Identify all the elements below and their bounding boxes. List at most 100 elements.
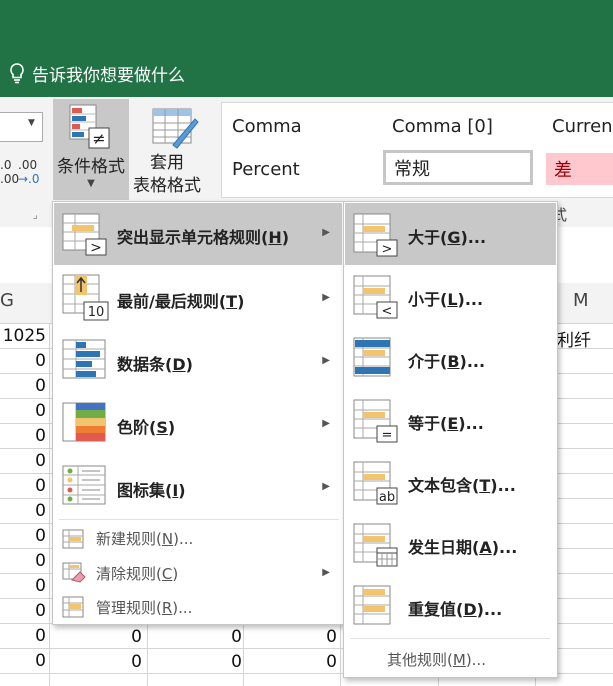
menu-label: 数据条(	[117, 355, 173, 374]
format-as-table-line2: 表格格式	[133, 176, 201, 196]
cell-g-value[interactable]: 0	[0, 651, 46, 671]
menu-access-key: D	[463, 600, 477, 619]
menu-label-tail: )...	[173, 530, 194, 548]
menu-item-data-bars[interactable]: 数据条(D) ▶	[54, 329, 342, 391]
style-currency[interactable]: Currenc	[552, 116, 613, 137]
menu-label: 文本包含(	[408, 476, 480, 495]
style-comma[interactable]: Comma	[232, 116, 302, 137]
menu-label: 新建规则(	[96, 530, 162, 548]
conditional-formatting-menu: > 突出显示单元格规则(H) ▶ 10 最前/最后规则(T) ▶ 数据条(D)	[52, 201, 344, 625]
number-format-dropdown[interactable]	[0, 112, 43, 142]
menu-item-new-rule[interactable]: 新建规则(N)...	[54, 522, 342, 556]
menu-separator	[350, 638, 550, 639]
grid-column-line	[49, 324, 50, 686]
submenu-label: 重复值(D)...	[408, 596, 502, 620]
cell-g-value[interactable]: 0	[0, 476, 46, 496]
column-header-m[interactable]: M	[573, 290, 589, 311]
menu-label-tail: )	[237, 292, 245, 311]
menu-access-key: C	[161, 565, 173, 583]
menu-label: 小于(	[408, 290, 448, 309]
submenu-item-equal-to[interactable]: = 等于(E)...	[345, 389, 556, 451]
menu-label: 图标集(	[117, 481, 173, 500]
cell-g-value[interactable]: 0	[0, 351, 46, 371]
submenu-item-between[interactable]: 介于(B)...	[345, 327, 556, 389]
inc-decimal-line2: .00	[0, 172, 20, 186]
menu-item-color-scales[interactable]: 色阶(S) ▶	[54, 392, 342, 454]
ten-label: 10	[88, 305, 105, 320]
not-equal-symbol: ≠	[92, 129, 105, 148]
cell-zero[interactable]: 0	[180, 652, 242, 672]
submenu-item-greater-than[interactable]: > 大于(G)...	[345, 203, 556, 265]
menu-label: 等于(	[408, 414, 448, 433]
icon-sets-icon	[62, 465, 106, 505]
column-header-g[interactable]: G	[0, 290, 14, 311]
chevron-down-icon: ▼	[87, 178, 95, 189]
submenu-item-duplicate-values[interactable]: 重复值(D)...	[345, 575, 556, 637]
menu-label-tail: )	[172, 565, 179, 583]
tell-me-box[interactable]: 告诉我你想要做什么	[8, 58, 185, 88]
submenu-label: 文本包含(T)...	[408, 472, 516, 496]
cell-g-value[interactable]: 0	[0, 551, 46, 571]
menu-item-top-bottom-rules[interactable]: 10 最前/最后规则(T) ▶	[54, 266, 342, 328]
menu-label-tail: )	[281, 228, 290, 247]
style-normal[interactable]: 常规	[383, 150, 533, 185]
chevron-right-icon: ▶	[322, 567, 330, 578]
cell-g-value[interactable]: 0	[0, 451, 46, 471]
menu-label: 介于(	[408, 352, 448, 371]
greater-than-icon: >	[353, 212, 399, 262]
cell-g-value[interactable]: 0	[0, 601, 46, 621]
chevron-right-icon: ▶	[322, 227, 330, 238]
chevron-right-icon: ▶	[322, 292, 330, 303]
tell-me-text: 告诉我你想要做什么	[32, 65, 185, 86]
cell-g-value[interactable]: 0	[0, 376, 46, 396]
style-comma-0[interactable]: Comma [0]	[392, 116, 493, 137]
menu-access-key: E	[447, 414, 459, 433]
cell-g-value[interactable]: 0	[0, 501, 46, 521]
menu-access-key: A	[479, 538, 492, 557]
menu-label-tail: )	[185, 355, 193, 374]
cell-g-value[interactable]: 0	[0, 576, 46, 596]
submenu-item-less-than[interactable]: < 小于(L)...	[345, 265, 556, 327]
menu-label-tail: )...	[459, 352, 486, 371]
cell-zero[interactable]: 0	[80, 627, 142, 647]
chevron-right-icon: ▶	[322, 481, 330, 492]
inc-decimal-line1: .0	[0, 158, 12, 172]
data-bars-icon	[62, 339, 106, 379]
menu-item-icon-sets[interactable]: 图标集(I) ▶	[54, 455, 342, 517]
highlight-cells-icon: >	[62, 213, 107, 256]
submenu-label: 发生日期(A)...	[408, 534, 517, 558]
style-bad[interactable]: 差	[546, 153, 613, 185]
submenu-label: 等于(E)...	[408, 410, 484, 434]
menu-label-tail: )...	[465, 651, 486, 669]
cell-g-row0[interactable]: 1025	[0, 326, 46, 346]
cell-g-value[interactable]: 0	[0, 626, 46, 646]
decrease-decimal-button[interactable]: .00 →.0	[18, 158, 40, 186]
submenu-item-more-rules[interactable]: 其他规则(M)...	[345, 642, 556, 676]
style-percent[interactable]: Percent	[232, 159, 300, 180]
cell-g-value[interactable]: 0	[0, 401, 46, 421]
dec-decimal-line2: →.0	[18, 172, 40, 186]
menu-item-clear-rules[interactable]: 清除规则(C) ▶	[54, 556, 342, 590]
cell-zero[interactable]: 0	[180, 627, 242, 647]
menu-label: 重复值(	[408, 600, 464, 619]
cell-g-value[interactable]: 0	[0, 426, 46, 446]
cell-zero[interactable]: 0	[275, 652, 337, 672]
menu-label-tail: )...	[476, 600, 503, 619]
dialog-launcher-icon[interactable]: ⌟	[33, 210, 38, 221]
cell-zero[interactable]: 0	[275, 627, 337, 647]
increase-decimal-button[interactable]: .0 .00	[0, 158, 19, 186]
menu-item-highlight-cells-rules[interactable]: > 突出显示单元格规则(H) ▶	[54, 203, 342, 265]
svg-text:ab: ab	[379, 490, 395, 505]
menu-access-key: R	[161, 599, 173, 617]
menu-item-manage-rules[interactable]: 管理规则(R)...	[54, 590, 342, 624]
equal-to-icon: =	[353, 398, 399, 448]
highlight-cells-rules-submenu: > 大于(G)... < 小于(L)... 介于(B)... = 等于(E)... ab 文本包…	[343, 201, 558, 678]
cell-m-row0[interactable]: 利纤	[557, 326, 591, 351]
menu-label: 其他规则(	[387, 651, 453, 669]
submenu-item-text-contains[interactable]: ab 文本包含(T)...	[345, 451, 556, 513]
cell-g-value[interactable]: 0	[0, 526, 46, 546]
menu-label-tail: )...	[491, 538, 518, 557]
submenu-item-date-occurring[interactable]: 发生日期(A)...	[345, 513, 556, 575]
cell-zero[interactable]: 0	[80, 652, 142, 672]
greater-than-symbol: >	[90, 240, 102, 256]
